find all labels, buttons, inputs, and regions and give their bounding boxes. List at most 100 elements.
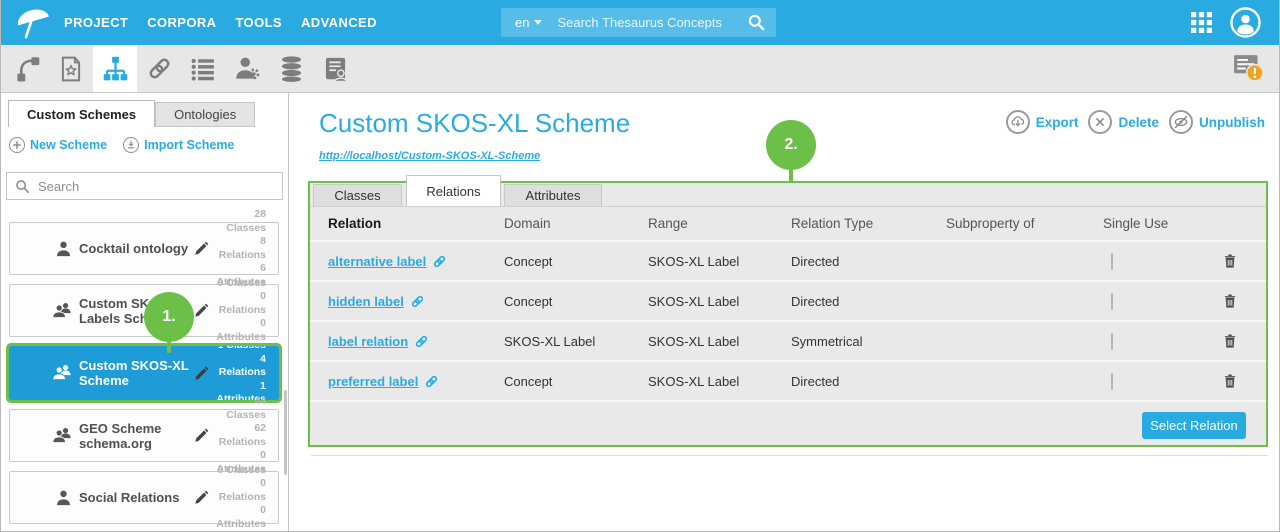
language-selector[interactable]: en [515,15,542,30]
chain-link-icon[interactable] [424,374,439,389]
thesaurus-search-box: en [501,8,776,37]
starred-document-icon[interactable] [49,45,93,92]
people-icon [52,425,73,446]
scheme-list: Cocktail ontology 28 Classes 8 Relations… [9,222,279,532]
content-card-bottom-edge [311,455,1268,456]
pencil-icon[interactable] [193,365,210,382]
scheme-counts: 0 Classes 0 Relations 0 Attributes [216,464,278,532]
link-icon[interactable] [137,45,181,92]
table-row: preferred label Concept SKOS-XL Label Di… [310,360,1266,400]
menu-project[interactable]: PROJECT [64,15,128,30]
export-cloud-icon [1006,110,1030,134]
pencil-icon[interactable] [193,489,210,506]
new-scheme-button[interactable]: New Scheme [9,137,107,153]
trash-icon[interactable] [1222,333,1266,349]
cell-range: SKOS-XL Label [648,334,791,349]
database-icon[interactable] [269,45,313,92]
cell-range: SKOS-XL Label [648,254,791,269]
import-scheme-button[interactable]: Import Scheme [123,137,234,153]
grid-apps-icon[interactable] [1191,12,1212,33]
delete-button[interactable]: Delete [1088,110,1159,134]
scheme-item-cocktail-ontology[interactable]: Cocktail ontology 28 Classes 8 Relations… [9,222,279,275]
tab-ontologies[interactable]: Ontologies [155,102,255,127]
single-use-checkbox[interactable] [1111,293,1113,310]
panel-tabstrip: Classes Relations Attributes [310,183,1266,207]
people-icon [52,363,73,384]
cell-domain: Concept [504,254,648,269]
scheme-item-social-relations[interactable]: Social Relations 0 Classes 0 Relations 0… [9,471,279,524]
cell-range: SKOS-XL Label [648,374,791,389]
chain-link-icon[interactable] [410,294,425,309]
select-relation-button[interactable]: Select Relation [1142,412,1246,439]
sidebar-scrollbar[interactable] [284,390,287,475]
export-button[interactable]: Export [1006,110,1079,134]
chain-link-icon[interactable] [414,334,429,349]
user-avatar-icon[interactable] [1230,7,1261,38]
tab-attributes[interactable]: Attributes [504,184,602,206]
scheme-name: Cocktail ontology [79,241,191,256]
table-row: label relation SKOS-XL Label SKOS-XL Lab… [310,320,1266,360]
path-connection-icon[interactable] [5,45,49,92]
trash-icon[interactable] [1222,293,1266,309]
col-domain: Domain [504,216,648,231]
sidebar-actions: New Scheme Import Scheme [9,137,234,153]
repository-user-icon[interactable] [313,45,357,92]
thesaurus-search-input[interactable] [555,14,747,31]
plus-circle-icon [9,137,25,153]
tab-custom-schemes[interactable]: Custom Schemes [8,100,155,127]
main-menu: PROJECT CORPORA TOOLS ADVANCED [64,0,377,45]
cell-domain: SKOS-XL Label [504,334,648,349]
search-icon [15,179,30,194]
trash-icon[interactable] [1222,373,1266,389]
main-content: Custom SKOS-XL Scheme http://localhost/C… [289,93,1279,531]
list-icon[interactable] [181,45,225,92]
unpublish-button[interactable]: Unpublish [1169,110,1265,134]
person-icon [54,488,73,507]
tab-classes[interactable]: Classes [313,184,402,206]
chain-link-icon[interactable] [432,254,447,269]
person-icon [54,239,73,258]
new-scheme-label: New Scheme [30,138,107,152]
scheme-uri-link[interactable]: http://localhost/Custom-SKOS-XL-Scheme [319,150,540,162]
people-icon [52,300,73,321]
table-row: hidden label Concept SKOS-XL Label Direc… [310,280,1266,320]
single-use-checkbox[interactable] [1111,373,1113,390]
umbrella-logo-icon[interactable] [11,3,55,43]
sidebar-search-box [6,172,283,200]
relation-link[interactable]: hidden label [328,294,404,309]
report-warning-icon[interactable] [1233,45,1265,92]
application-window: PROJECT CORPORA TOOLS ADVANCED en [0,0,1280,532]
search-icon[interactable] [747,13,766,32]
col-relation-type: Relation Type [791,216,946,231]
relation-link[interactable]: alternative label [328,254,426,269]
annotation-step-2: 2. [766,120,816,170]
trash-icon[interactable] [1222,253,1266,269]
pencil-icon[interactable] [193,427,210,444]
pencil-icon[interactable] [193,240,210,257]
pencil-icon[interactable] [193,302,210,319]
relation-link[interactable]: label relation [328,334,408,349]
table-row: alternative label Concept SKOS-XL Label … [310,240,1266,280]
tab-relations[interactable]: Relations [406,175,501,206]
single-use-checkbox[interactable] [1111,333,1113,350]
scheme-actions: Export Delete Unpublish [1006,110,1265,134]
col-relation: Relation [328,216,504,231]
user-gear-icon[interactable] [225,45,269,92]
single-use-checkbox[interactable] [1111,253,1113,270]
scheme-name: GEO Scheme schema.org [79,421,191,451]
scheme-item-custom-skosxl-scheme[interactable]: Custom SKOS-XL Scheme 1 Classes 4 Relati… [9,346,279,400]
col-range: Range [648,216,791,231]
cell-type: Directed [791,254,946,269]
cell-range: SKOS-XL Label [648,294,791,309]
menu-corpora[interactable]: CORPORA [147,15,216,30]
delete-x-icon [1088,110,1112,134]
cell-domain: Concept [504,294,648,309]
unpublish-eye-icon [1169,110,1193,134]
scheme-item-geo-scheme[interactable]: GEO Scheme schema.org 44 Classes 62 Rela… [9,409,279,462]
menu-tools[interactable]: TOOLS [235,15,282,30]
menu-advanced[interactable]: ADVANCED [301,15,377,30]
scheme-hierarchy-icon[interactable] [93,45,137,92]
scheme-name: Social Relations [79,490,191,505]
sidebar-search-input[interactable] [36,178,274,195]
relation-link[interactable]: preferred label [328,374,418,389]
